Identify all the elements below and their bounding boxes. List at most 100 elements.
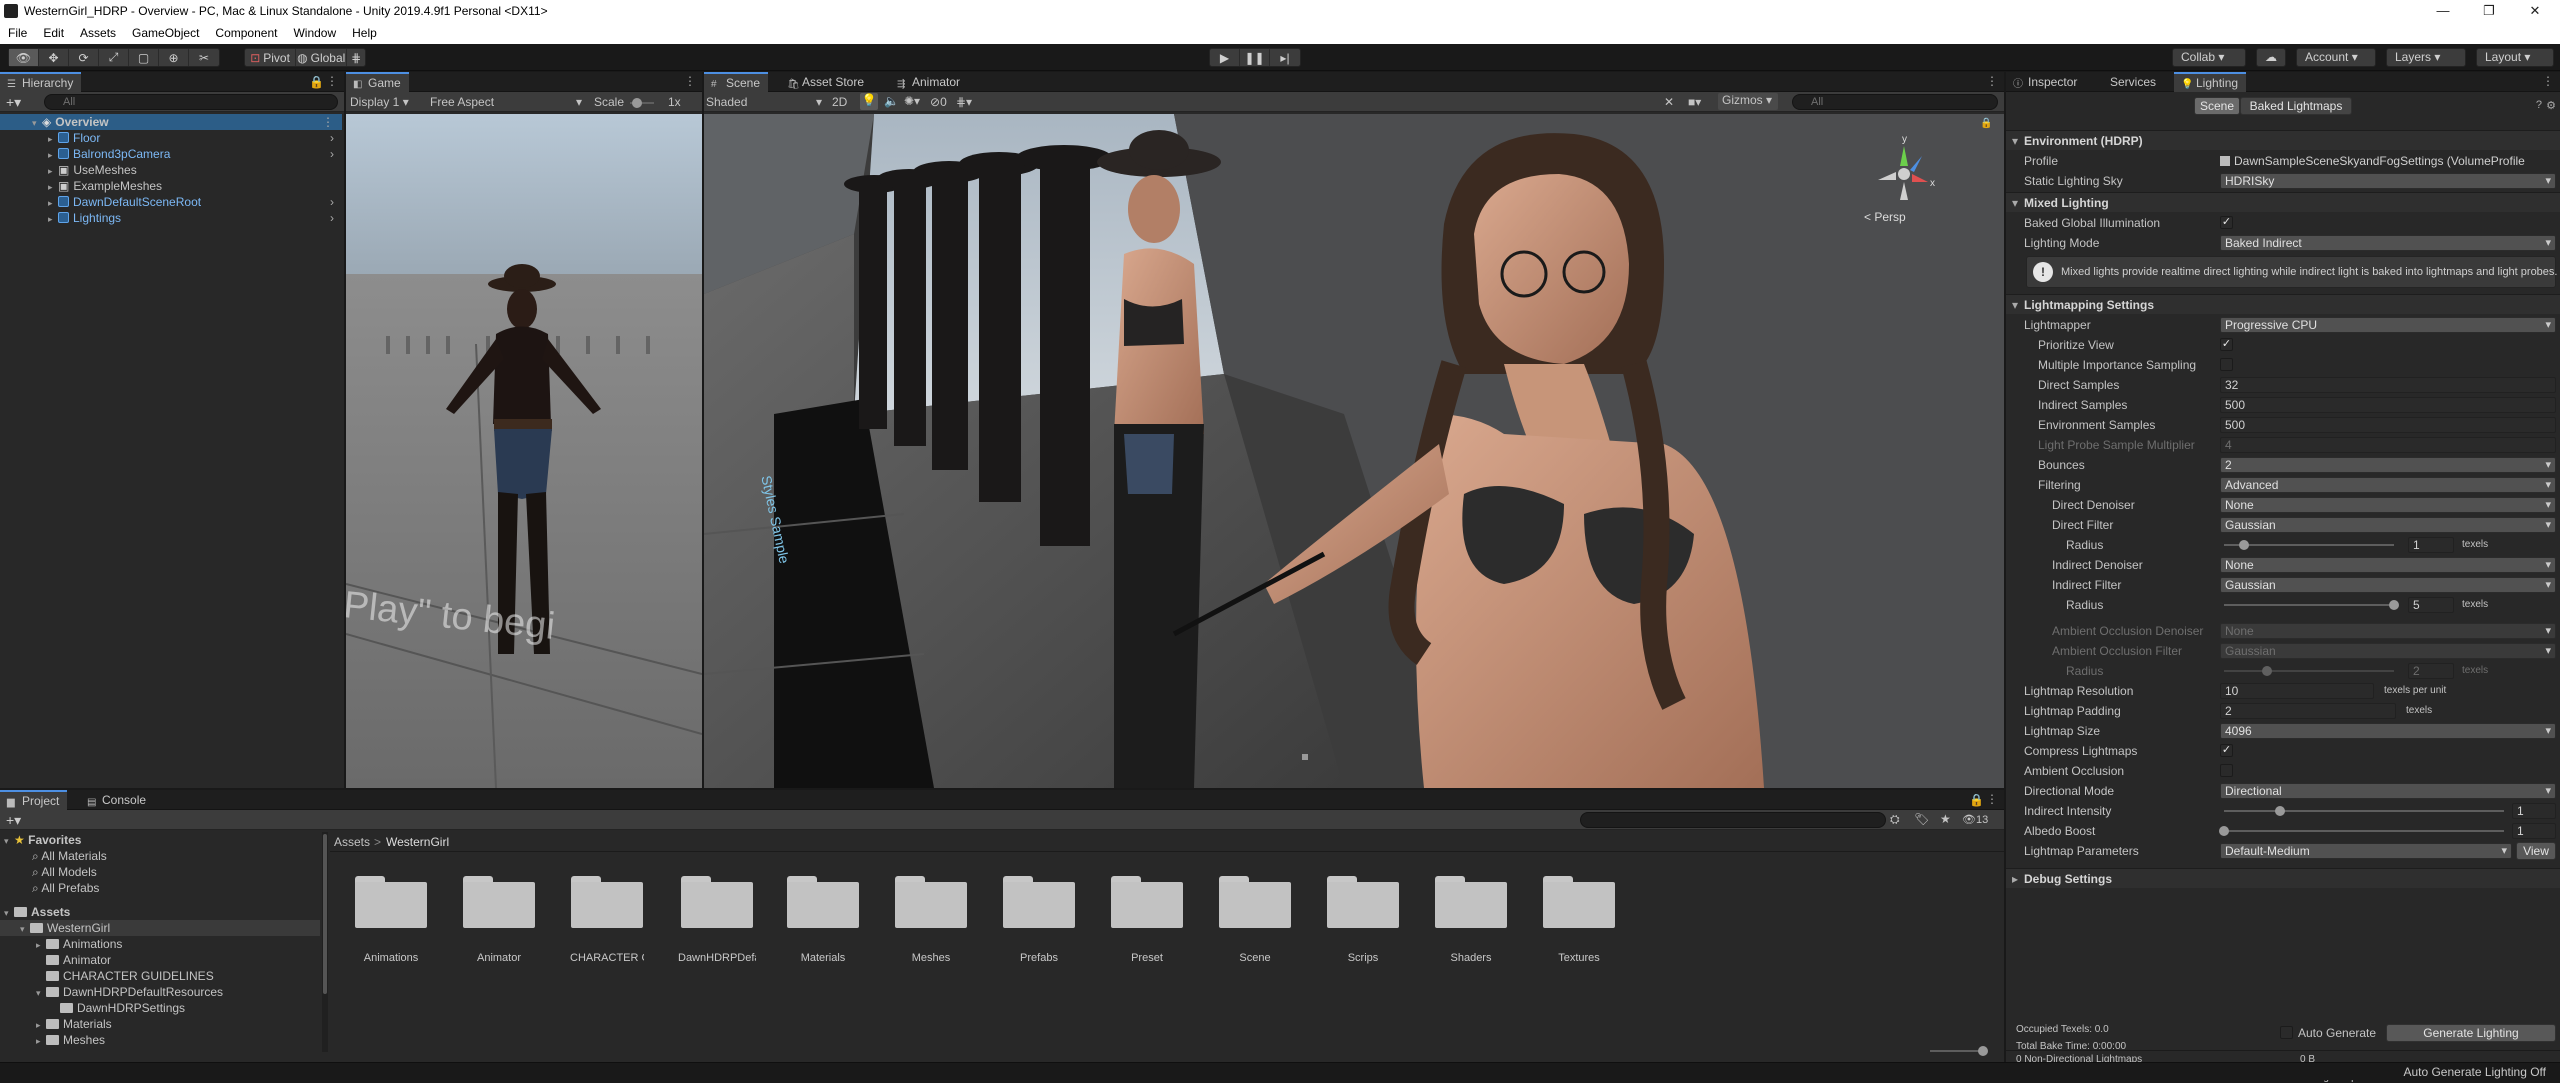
tree-materials[interactable]: ▸ Materials	[0, 1016, 320, 1032]
tree-character-guidelines[interactable]: CHARACTER GUIDELINES	[0, 968, 320, 984]
slider-handle[interactable]	[2389, 600, 2399, 610]
hierarchy-item-usemeshes[interactable]: ▸ ▣ UseMeshes	[0, 162, 342, 178]
slider-handle[interactable]	[2239, 540, 2250, 550]
tab-game[interactable]: ◧ Game	[346, 72, 409, 92]
panel-menu-icon[interactable]: ⋮	[326, 74, 338, 88]
indirect-samples-field[interactable]: 500	[2220, 397, 2556, 413]
folder-dawn-resources[interactable]: DawnHDRPDefaul...	[678, 870, 756, 966]
persp-label[interactable]: < Persp	[1864, 210, 1906, 224]
direct-denoiser-dropdown[interactable]: None	[2220, 497, 2556, 513]
2d-toggle[interactable]: 2D	[832, 95, 847, 109]
view-button[interactable]: View	[2516, 842, 2556, 860]
lock-icon[interactable]: 🔒	[309, 75, 324, 89]
camera-dropdown[interactable]: ■▾	[1688, 95, 1701, 109]
tree-meshes[interactable]: ▸ Meshes	[0, 1032, 320, 1048]
play-icon[interactable]: ▶	[1210, 49, 1240, 66]
icon-size-slider[interactable]	[1930, 1044, 1990, 1058]
tree-scrollbar[interactable]	[322, 832, 328, 1052]
tab-services[interactable]: Services	[2100, 72, 2164, 92]
hidden-packages-badge[interactable]: 👁13	[1962, 813, 1988, 826]
transform-tool-icon[interactable]: ⊕	[159, 49, 189, 66]
breadcrumb-westerngirl[interactable]: WesternGirl	[386, 835, 449, 849]
step-icon[interactable]: ▸|	[1270, 49, 1300, 66]
filter-by-label-icon[interactable]: 🏷	[1914, 812, 1929, 826]
tree-all-materials[interactable]: ⌕ All Materials	[0, 848, 320, 864]
radius-2-field[interactable]: 5	[2408, 597, 2454, 613]
folder-preset[interactable]: Preset	[1110, 870, 1184, 966]
tree-all-models[interactable]: ⌕ All Models	[0, 864, 320, 880]
lighting-mode-dropdown[interactable]: Baked Indirect	[2220, 235, 2556, 251]
radius-2-slider[interactable]	[2220, 596, 2400, 614]
slider-handle[interactable]	[2219, 826, 2229, 836]
custom-tool-icon[interactable]: ✂	[189, 49, 219, 66]
create-button[interactable]: +▾	[6, 94, 21, 111]
gizmo-lock-icon[interactable]: 🔒	[1980, 118, 1992, 129]
folder-meshes[interactable]: Meshes	[894, 870, 968, 966]
subtab-baked-lightmaps[interactable]: Baked Lightmaps	[2240, 97, 2352, 115]
dir-mode-dropdown[interactable]: Directional	[2220, 783, 2556, 799]
menu-gameobject[interactable]: GameObject	[124, 26, 207, 40]
filter-by-type-icon[interactable]: ⛭	[1890, 812, 1900, 827]
pause-icon[interactable]: ❚❚	[1240, 49, 1270, 66]
env-samples-field[interactable]: 500	[2220, 417, 2556, 433]
tree-westerngirl[interactable]: ▾ WesternGirl	[0, 920, 320, 936]
hierarchy-item-floor[interactable]: ▸ Floor ›	[0, 130, 342, 146]
grid-dropdown[interactable]: ⋕▾	[956, 95, 972, 109]
direct-samples-field[interactable]: 32	[2220, 377, 2556, 393]
panel-menu-icon[interactable]: ⋮	[2542, 74, 2554, 88]
tab-asset-store[interactable]: 🛍 Asset Store	[780, 72, 872, 92]
folder-character-guidelines[interactable]: CHARACTER GUI...	[570, 870, 644, 966]
slider-handle[interactable]	[1978, 1046, 1988, 1056]
tree-all-prefabs[interactable]: ⌕ All Prefabs	[0, 880, 320, 896]
lighting-toggle-icon[interactable]: 💡	[860, 93, 878, 110]
close-button[interactable]: ✕	[2512, 0, 2558, 22]
slider-handle[interactable]	[2275, 806, 2285, 816]
minimize-button[interactable]: —	[2420, 0, 2466, 22]
section-environment[interactable]: Environment (HDRP)	[2006, 130, 2560, 151]
direct-filter-dropdown[interactable]: Gaussian	[2220, 517, 2556, 533]
audio-toggle-icon[interactable]: 🔈	[884, 94, 899, 108]
tree-favorites[interactable]: ▾ ★ Favorites	[0, 832, 320, 848]
tab-hierarchy[interactable]: ☰ Hierarchy	[0, 72, 82, 92]
static-sky-dropdown[interactable]: HDRISky	[2220, 173, 2556, 189]
hidden-objects-toggle[interactable]: ⊘0	[930, 95, 947, 109]
account-dropdown[interactable]: Account ▾	[2296, 48, 2376, 67]
tree-animator[interactable]: Animator	[0, 952, 320, 968]
lm-padding-field[interactable]: 2	[2220, 703, 2396, 719]
hierarchy-item-camera[interactable]: ▸ Balrond3pCamera ›	[0, 146, 342, 162]
project-search-input[interactable]	[1580, 812, 1886, 828]
folder-textures[interactable]: Textures	[1542, 870, 1616, 966]
filtering-dropdown[interactable]: Advanced	[2220, 477, 2556, 493]
hierarchy-item-lightings[interactable]: ▸ Lightings ›	[0, 210, 342, 226]
shading-dropdown[interactable]: Shaded ▾	[706, 95, 822, 109]
layout-dropdown[interactable]: Layout ▾	[2476, 48, 2554, 67]
hierarchy-search-input[interactable]: All	[44, 94, 338, 110]
effects-toggle-icon[interactable]: ✺▾	[904, 94, 920, 108]
tree-dawn-settings[interactable]: DawnHDRPSettings	[0, 1000, 320, 1016]
rect-tool-icon[interactable]: ▢	[129, 49, 159, 66]
panel-menu-icon[interactable]: ⋮	[1986, 792, 1998, 806]
folder-shaders[interactable]: Shaders	[1434, 870, 1508, 966]
compress-checkbox[interactable]: ✓	[2220, 744, 2233, 757]
menu-window[interactable]: Window	[285, 26, 344, 40]
panel-menu-icon[interactable]: ⋮	[1986, 74, 1998, 88]
baked-gi-checkbox[interactable]: ✓	[2220, 216, 2233, 229]
hierarchy-item-dawnroot[interactable]: ▸ DawnDefaultSceneRoot ›	[0, 194, 342, 210]
tab-animator[interactable]: ⇶ Animator	[890, 72, 968, 92]
menu-component[interactable]: Component	[207, 26, 285, 40]
radius-1-field[interactable]: 1	[2408, 537, 2454, 553]
generate-lighting-button[interactable]: Generate Lighting	[2386, 1024, 2556, 1042]
scale-slider-handle[interactable]	[632, 98, 642, 108]
tree-dawn-resources[interactable]: ▾ DawnHDRPDefaultResources	[0, 984, 320, 1000]
auto-generate-checkbox[interactable]	[2280, 1026, 2293, 1039]
hierarchy-item-overview[interactable]: ▾ ◈ Overview ⋮	[0, 114, 342, 130]
section-mixed-lighting[interactable]: Mixed Lighting	[2006, 192, 2560, 213]
bounces-dropdown[interactable]: 2	[2220, 457, 2556, 473]
radius-1-slider[interactable]	[2220, 536, 2400, 554]
collab-dropdown[interactable]: Collab ▾	[2172, 48, 2246, 67]
menu-file[interactable]: File	[0, 26, 35, 40]
tab-lighting[interactable]: 💡 Lighting	[2174, 72, 2247, 92]
scene-search-input[interactable]: All	[1792, 94, 1998, 110]
panel-menu-icon[interactable]: ⋮	[684, 74, 696, 88]
game-viewport[interactable]: Play" to begi	[346, 114, 702, 788]
